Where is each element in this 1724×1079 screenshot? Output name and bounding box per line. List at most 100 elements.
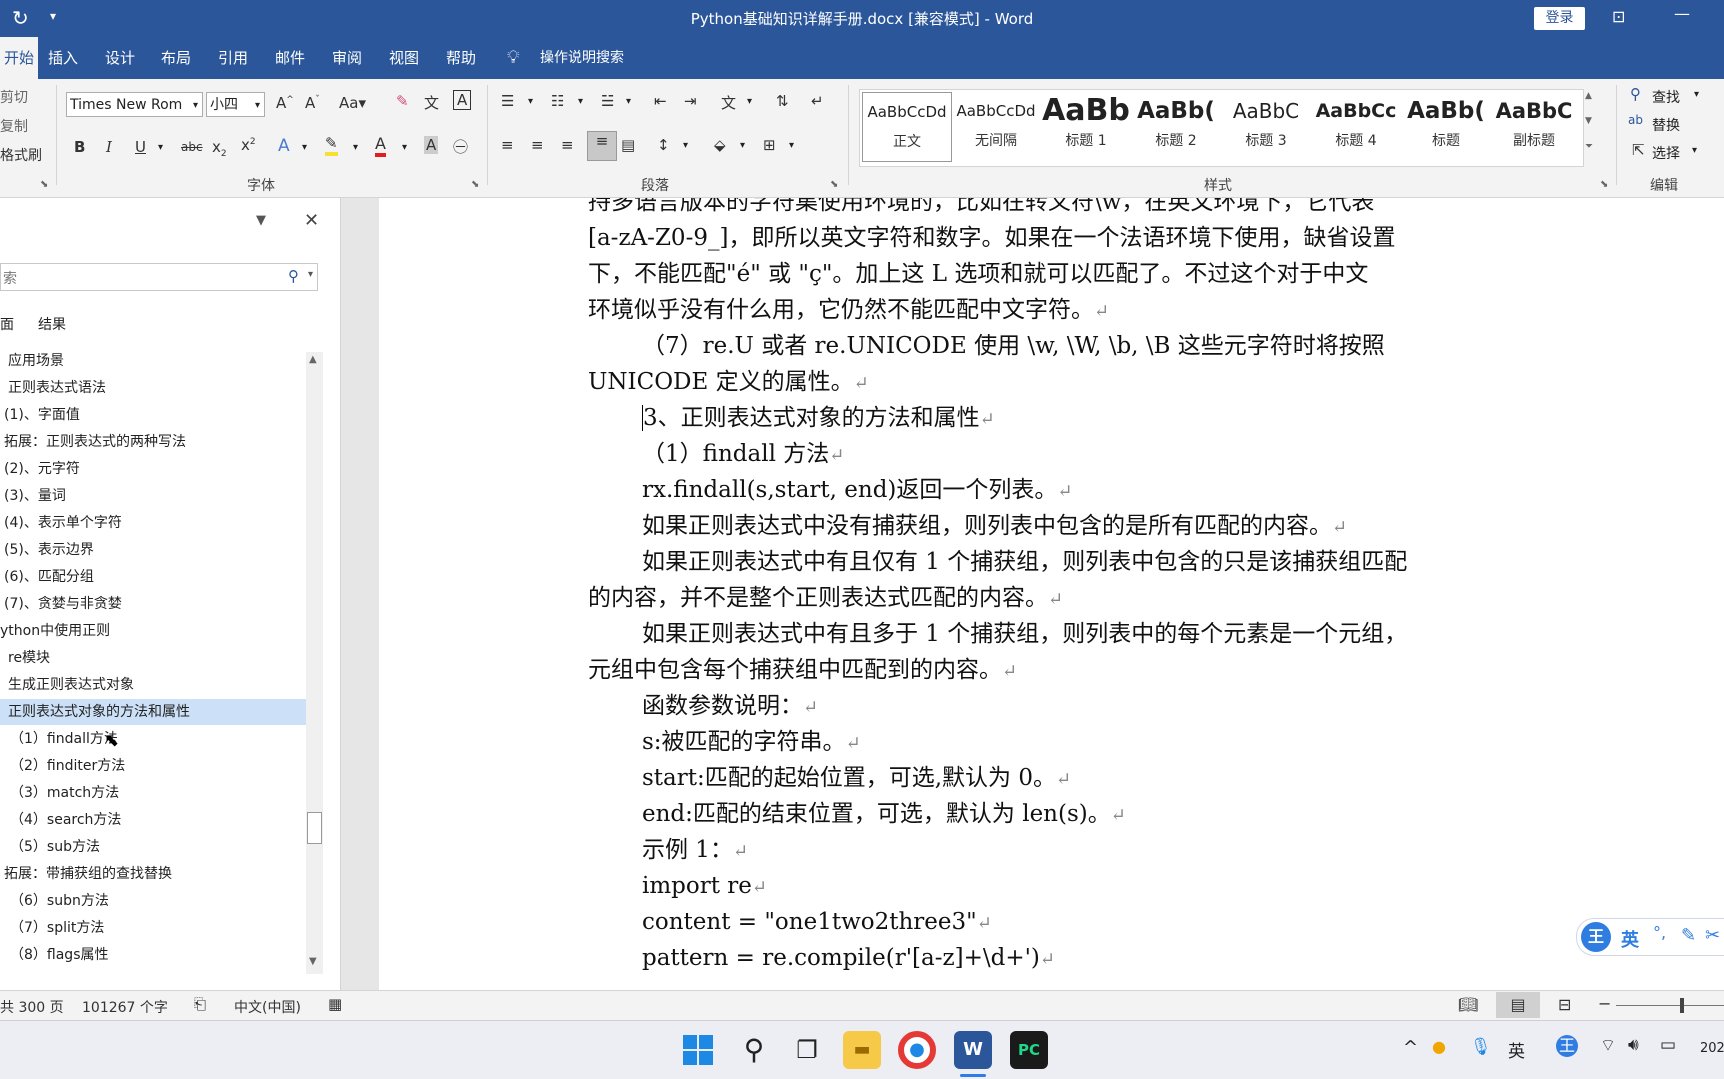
find-icon[interactable]: ⚲ (1630, 85, 1641, 103)
windows-start-icon[interactable] (683, 1035, 713, 1065)
increase-indent-icon[interactable]: ⇥ (684, 92, 697, 110)
bullets-icon[interactable]: ☰ (501, 92, 514, 110)
chevron-down-icon[interactable]: ▾ (626, 96, 631, 107)
style-title[interactable]: AaBb( 标题 (1402, 92, 1490, 160)
volume-icon[interactable]: 🔊︎ (1628, 1035, 1639, 1055)
clear-formatting-icon[interactable]: ✎ (396, 92, 409, 110)
battery-icon[interactable]: ▭ (1660, 1035, 1676, 1055)
nav-search-box[interactable]: 索 ⚲ ▾ (0, 263, 318, 291)
gallery-scroll-up-icon[interactable]: ▲ (1585, 91, 1592, 101)
chevron-down-icon[interactable]: ▾ (747, 96, 752, 107)
tab-mailings[interactable]: 邮件 (275, 37, 305, 79)
chevron-down-icon[interactable]: ▾ (789, 140, 794, 151)
search-icon[interactable]: ⚲ (735, 1031, 773, 1069)
replace-icon[interactable]: ab (1628, 113, 1643, 127)
tab-references[interactable]: 引用 (218, 37, 248, 79)
nav-heading[interactable]: (1)、字面值 (0, 402, 308, 428)
distributed-icon[interactable]: ▤ (621, 136, 635, 154)
replace-button[interactable]: 替换 (1652, 115, 1680, 135)
nav-heading[interactable]: re模块 (0, 645, 312, 671)
minimize-icon[interactable]: — (1674, 4, 1690, 23)
decrease-indent-icon[interactable]: ⇤ (654, 92, 667, 110)
cut-button[interactable]: 剪切 (0, 87, 28, 107)
styles-dialog-launcher-icon[interactable]: ⬊ (1600, 179, 1608, 190)
chevron-down-icon[interactable]: ▾ (740, 140, 745, 151)
microphone-icon[interactable]: 🎙︎ (1470, 1037, 1492, 1057)
strikethrough-icon[interactable]: abc (181, 140, 203, 154)
line-spacing-icon[interactable]: ↕ (657, 136, 670, 154)
chevron-down-icon[interactable]: ▾ (578, 96, 583, 107)
word-count[interactable]: 101267 个字 (82, 997, 168, 1017)
zoom-slider[interactable] (1616, 1005, 1724, 1006)
font-name-box[interactable]: Times New Rom ▾ (66, 92, 203, 117)
nav-heading[interactable]: 生成正则表达式对象 (0, 672, 312, 698)
nav-heading[interactable]: (2)、元字符 (0, 456, 308, 482)
style-heading-1[interactable]: AaBb 标题 1 (1042, 92, 1130, 160)
copy-button[interactable]: 复制 (0, 116, 28, 136)
numbering-icon[interactable]: ☷ (551, 92, 564, 110)
input-method-icon[interactable]: 英 (1508, 1037, 1525, 1062)
highlight-icon[interactable]: ✎ (325, 134, 338, 156)
nav-heading[interactable]: 应用场景 (0, 348, 312, 374)
borders-icon[interactable]: ⊞ (763, 136, 776, 154)
nav-scrollbar-thumb[interactable] (307, 812, 322, 844)
ime-tools-icon[interactable]: ✂ (1705, 925, 1720, 946)
phonetic-guide-icon[interactable]: 文 (424, 92, 439, 113)
tab-home[interactable]: 开始 (0, 37, 38, 79)
chrome-icon[interactable]: ● (898, 1031, 936, 1069)
clipboard-launcher-icon[interactable]: ⬊ (40, 179, 48, 190)
chevron-down-icon[interactable]: ▾ (1692, 145, 1697, 156)
nav-tab-pages[interactable]: 面 (0, 314, 14, 334)
select-icon[interactable]: ⇱ (1632, 141, 1645, 159)
tab-layout[interactable]: 布局 (161, 37, 191, 79)
scroll-down-icon[interactable]: ▼ (309, 956, 317, 967)
nav-heading[interactable]: (5)、表示边界 (0, 537, 308, 563)
chevron-down-icon[interactable]: ▾ (255, 93, 260, 118)
scroll-up-icon[interactable]: ▲ (309, 354, 317, 365)
paragraph-dialog-launcher-icon[interactable]: ⬊ (830, 179, 838, 190)
chinese-layout-icon[interactable]: 文 (721, 92, 736, 113)
chevron-down-icon[interactable]: ▾ (158, 142, 163, 153)
chevron-down-icon[interactable]: ▾ (308, 269, 313, 280)
tab-help[interactable]: 帮助 (446, 37, 476, 79)
nav-heading[interactable]: （1）findall方法 (0, 726, 314, 752)
language-indicator[interactable]: 中文(中国) (234, 997, 301, 1017)
font-color-icon[interactable]: A (375, 134, 386, 157)
change-case-icon[interactable]: Aa▾ (339, 94, 366, 112)
select-button[interactable]: 选择 (1652, 143, 1680, 163)
nav-scrollbar[interactable]: ▲ ▼ (306, 352, 323, 974)
tab-view[interactable]: 视图 (389, 37, 419, 79)
nav-heading[interactable]: （3）match方法 (0, 780, 314, 806)
grow-font-icon[interactable]: A^ (276, 94, 294, 112)
nav-tab-results[interactable]: 结果 (38, 314, 66, 334)
ime-punctuation-icon[interactable]: °, (1653, 923, 1666, 942)
align-center-icon[interactable]: ≡ (531, 136, 544, 154)
tell-me-search[interactable]: 操作说明搜索 (540, 37, 624, 79)
style-normal[interactable]: AaBbCcDd 正文 (862, 92, 952, 162)
nav-heading[interactable]: （6）subn方法 (0, 888, 314, 914)
align-right-icon[interactable]: ≡ (561, 136, 574, 154)
ime-toolbar[interactable]: 王 英 °, ✎ ✂ (1576, 918, 1724, 956)
nav-heading[interactable]: (6)、匹配分组 (0, 564, 308, 590)
nav-heading[interactable]: (3)、量词 (0, 483, 308, 509)
close-icon[interactable]: ✕ (304, 210, 319, 231)
show-hidden-icons-icon[interactable]: ^ (1403, 1037, 1418, 1058)
tab-insert[interactable]: 插入 (48, 37, 78, 79)
gallery-scroll-down-icon[interactable]: ▼ (1585, 116, 1592, 126)
enclose-characters-icon[interactable]: ㊀ (453, 136, 468, 157)
subscript-icon[interactable]: x2 (212, 138, 227, 159)
macro-recording-icon[interactable]: ▦ (328, 995, 342, 1013)
character-border-icon[interactable]: A (453, 90, 472, 110)
nav-heading[interactable]: ython中使用正则 (0, 618, 304, 644)
sort-icon[interactable]: ⇅ (776, 92, 789, 110)
wifi-icon[interactable]: ⌔ (1600, 1035, 1616, 1056)
format-painter-button[interactable]: 格式刷 (0, 145, 42, 165)
ime-handwrite-icon[interactable]: ✎ (1681, 925, 1696, 946)
nav-heading-selected[interactable]: 正则表达式对象的方法和属性 (0, 699, 312, 725)
login-button[interactable]: 登录 (1534, 7, 1585, 30)
file-explorer-icon[interactable]: ▬ (843, 1031, 881, 1069)
pane-options-icon[interactable]: ▼ (256, 213, 266, 228)
gallery-more-icon[interactable]: ⏷ (1585, 141, 1593, 152)
find-button[interactable]: 查找 (1652, 87, 1680, 107)
ribbon-display-options-icon[interactable]: ⊡ (1612, 7, 1625, 26)
